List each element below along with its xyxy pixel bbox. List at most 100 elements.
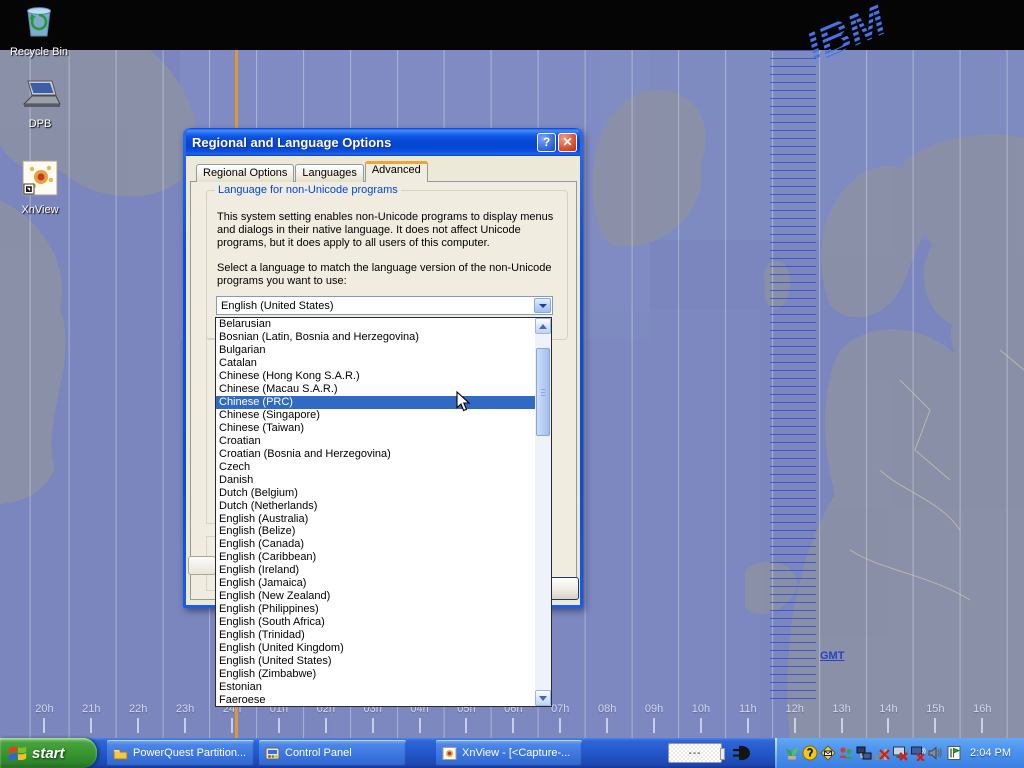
task-label: PowerQuest Partition... <box>133 747 246 759</box>
yellow-hook-icon[interactable] <box>802 745 818 761</box>
language-option[interactable]: English (Australia) <box>216 512 535 525</box>
tab[interactable]: Advanced <box>365 161 428 182</box>
language-option[interactable]: Faeroese <box>216 693 535 706</box>
desktop-icon-dpb[interactable]: DPB <box>2 80 78 130</box>
language-option[interactable]: Catalan <box>216 357 535 370</box>
button-fragment-left[interactable] <box>188 556 216 575</box>
system-tray: 2:04 PM <box>775 738 1024 768</box>
scroll-down-button[interactable] <box>535 690 551 706</box>
language-option[interactable]: Chinese (PRC) <box>216 396 535 409</box>
taskbar-task-control-panel[interactable]: Control Panel <box>259 740 406 766</box>
svg-text:IBM: IBM <box>799 0 894 58</box>
taskbar-clock[interactable]: 2:04 PM <box>970 747 1024 759</box>
desktop-icon-recycle-bin[interactable]: Recycle Bin <box>1 4 77 58</box>
start-label: start <box>32 745 65 762</box>
desktop-icon-xnview[interactable]: XnView <box>2 160 78 216</box>
tray-icons <box>784 745 962 761</box>
laptop-icon <box>19 80 61 110</box>
language-option[interactable]: Chinese (Hong Kong S.A.R.) <box>216 370 535 383</box>
language-option[interactable]: Croatian <box>216 434 535 447</box>
timezone-label: 23h <box>162 703 209 737</box>
gmt-label: GMT <box>820 650 844 662</box>
dialog-titlebar[interactable]: Regional and Language Options ? ✕ <box>186 128 580 156</box>
scroll-up-button[interactable] <box>535 318 551 334</box>
display-error-icon[interactable] <box>892 745 908 761</box>
start-button[interactable]: start <box>0 738 97 768</box>
timezone-label: 13h <box>818 703 865 737</box>
language-option[interactable]: English (United States) <box>216 654 535 667</box>
language-option[interactable]: Dutch (Belgium) <box>216 486 535 499</box>
combo-selected-value: English (United States) <box>217 300 533 312</box>
language-option[interactable]: English (Jamaica) <box>216 577 535 590</box>
timezone-label: 14h <box>865 703 912 737</box>
volume-icon[interactable] <box>928 745 944 761</box>
timezone-label: 10h <box>677 703 724 737</box>
timezone-scale: 20h 21h 22h 23h 24h 01h 02h 03h <box>21 703 1006 737</box>
timezone-tick <box>325 718 327 733</box>
language-option[interactable]: English (United Kingdom) <box>216 641 535 654</box>
arrow-up-icon <box>539 324 547 329</box>
tab[interactable]: Regional Options <box>196 164 294 182</box>
description-text-2: Select a language to match the language … <box>217 262 565 288</box>
language-option[interactable]: English (Ireland) <box>216 564 535 577</box>
language-option[interactable]: English (South Africa) <box>216 616 535 629</box>
language-option[interactable]: English (Zimbabwe) <box>216 667 535 680</box>
timezone-label: 05h <box>443 703 490 737</box>
language-option[interactable]: English (New Zealand) <box>216 590 535 603</box>
timezone-label: 16h <box>959 703 1006 737</box>
language-option[interactable]: Chinese (Macau S.A.R.) <box>216 383 535 396</box>
timezone-label: 12h <box>771 703 818 737</box>
description-text-1: This system setting enables non-Unicode … <box>217 211 565 249</box>
language-option[interactable]: Estonian <box>216 680 535 693</box>
language-option[interactable]: Czech <box>216 460 535 473</box>
network-computers-icon[interactable] <box>856 745 872 761</box>
combo-arrow-button[interactable] <box>534 298 551 313</box>
taskbar-task-powerquest[interactable]: PowerQuest Partition... <box>107 740 254 766</box>
tab[interactable]: Languages <box>295 164 363 182</box>
language-option[interactable]: English (Philippines) <box>216 603 535 616</box>
language-option[interactable]: Dutch (Netherlands) <box>216 499 535 512</box>
timezone-tick <box>90 718 92 733</box>
language-option[interactable]: English (Trinidad) <box>216 629 535 642</box>
language-option[interactable]: Bosnian (Latin, Bosnia and Herzegovina) <box>216 331 535 344</box>
timezone-label: 04h <box>396 703 443 737</box>
network-disconnected-icon[interactable] <box>910 745 926 761</box>
power-plug-icon[interactable] <box>731 742 753 764</box>
close-button[interactable]: ✕ <box>558 133 577 152</box>
taskbar: start PowerQuest Partition... Control Pa… <box>0 738 1024 768</box>
timezone-label: 09h <box>631 703 678 737</box>
language-option[interactable]: English (Belize) <box>216 525 535 538</box>
task-label: Control Panel <box>285 747 352 759</box>
signal-blocked-icon[interactable] <box>874 745 890 761</box>
language-option[interactable]: Belarusian <box>216 318 535 331</box>
scrollbar[interactable] <box>535 318 551 706</box>
shortcut-arrow-icon <box>24 184 34 194</box>
language-option[interactable]: Chinese (Singapore) <box>216 409 535 422</box>
timezone-tick <box>184 718 186 733</box>
users-icon[interactable] <box>838 745 854 761</box>
timezone-label: 06h <box>490 703 537 737</box>
scrollbar-thumb[interactable] <box>536 348 550 436</box>
language-option[interactable]: Croatian (Bosnia and Herzegovina) <box>216 447 535 460</box>
plant-icon[interactable] <box>784 745 800 761</box>
chevron-down-icon <box>539 304 547 308</box>
language-option[interactable]: English (Caribbean) <box>216 551 535 564</box>
timezone-label: 24h <box>209 703 256 737</box>
non-unicode-language-select[interactable]: English (United States) <box>216 296 553 315</box>
battery-meter[interactable]: --- <box>668 743 722 763</box>
windows-flag-icon <box>7 743 28 764</box>
help-button[interactable]: ? <box>537 133 556 152</box>
diamond-mail-icon[interactable] <box>820 745 836 761</box>
dialog-title: Regional and Language Options <box>192 135 535 150</box>
language-option[interactable]: Danish <box>216 473 535 486</box>
timezone-tick <box>841 718 843 733</box>
language-option[interactable]: Chinese (Taiwan) <box>216 422 535 435</box>
arrow-down-icon <box>539 696 547 701</box>
task-flag-icon[interactable] <box>946 745 962 761</box>
xnview-task-icon <box>442 747 457 760</box>
gmt-stripe-band <box>770 50 816 705</box>
taskbar-task-xnview[interactable]: XnView - [<Capture-... <box>436 740 582 766</box>
language-option[interactable]: English (Canada) <box>216 538 535 551</box>
timezone-tick <box>465 718 467 733</box>
language-option[interactable]: Bulgarian <box>216 344 535 357</box>
